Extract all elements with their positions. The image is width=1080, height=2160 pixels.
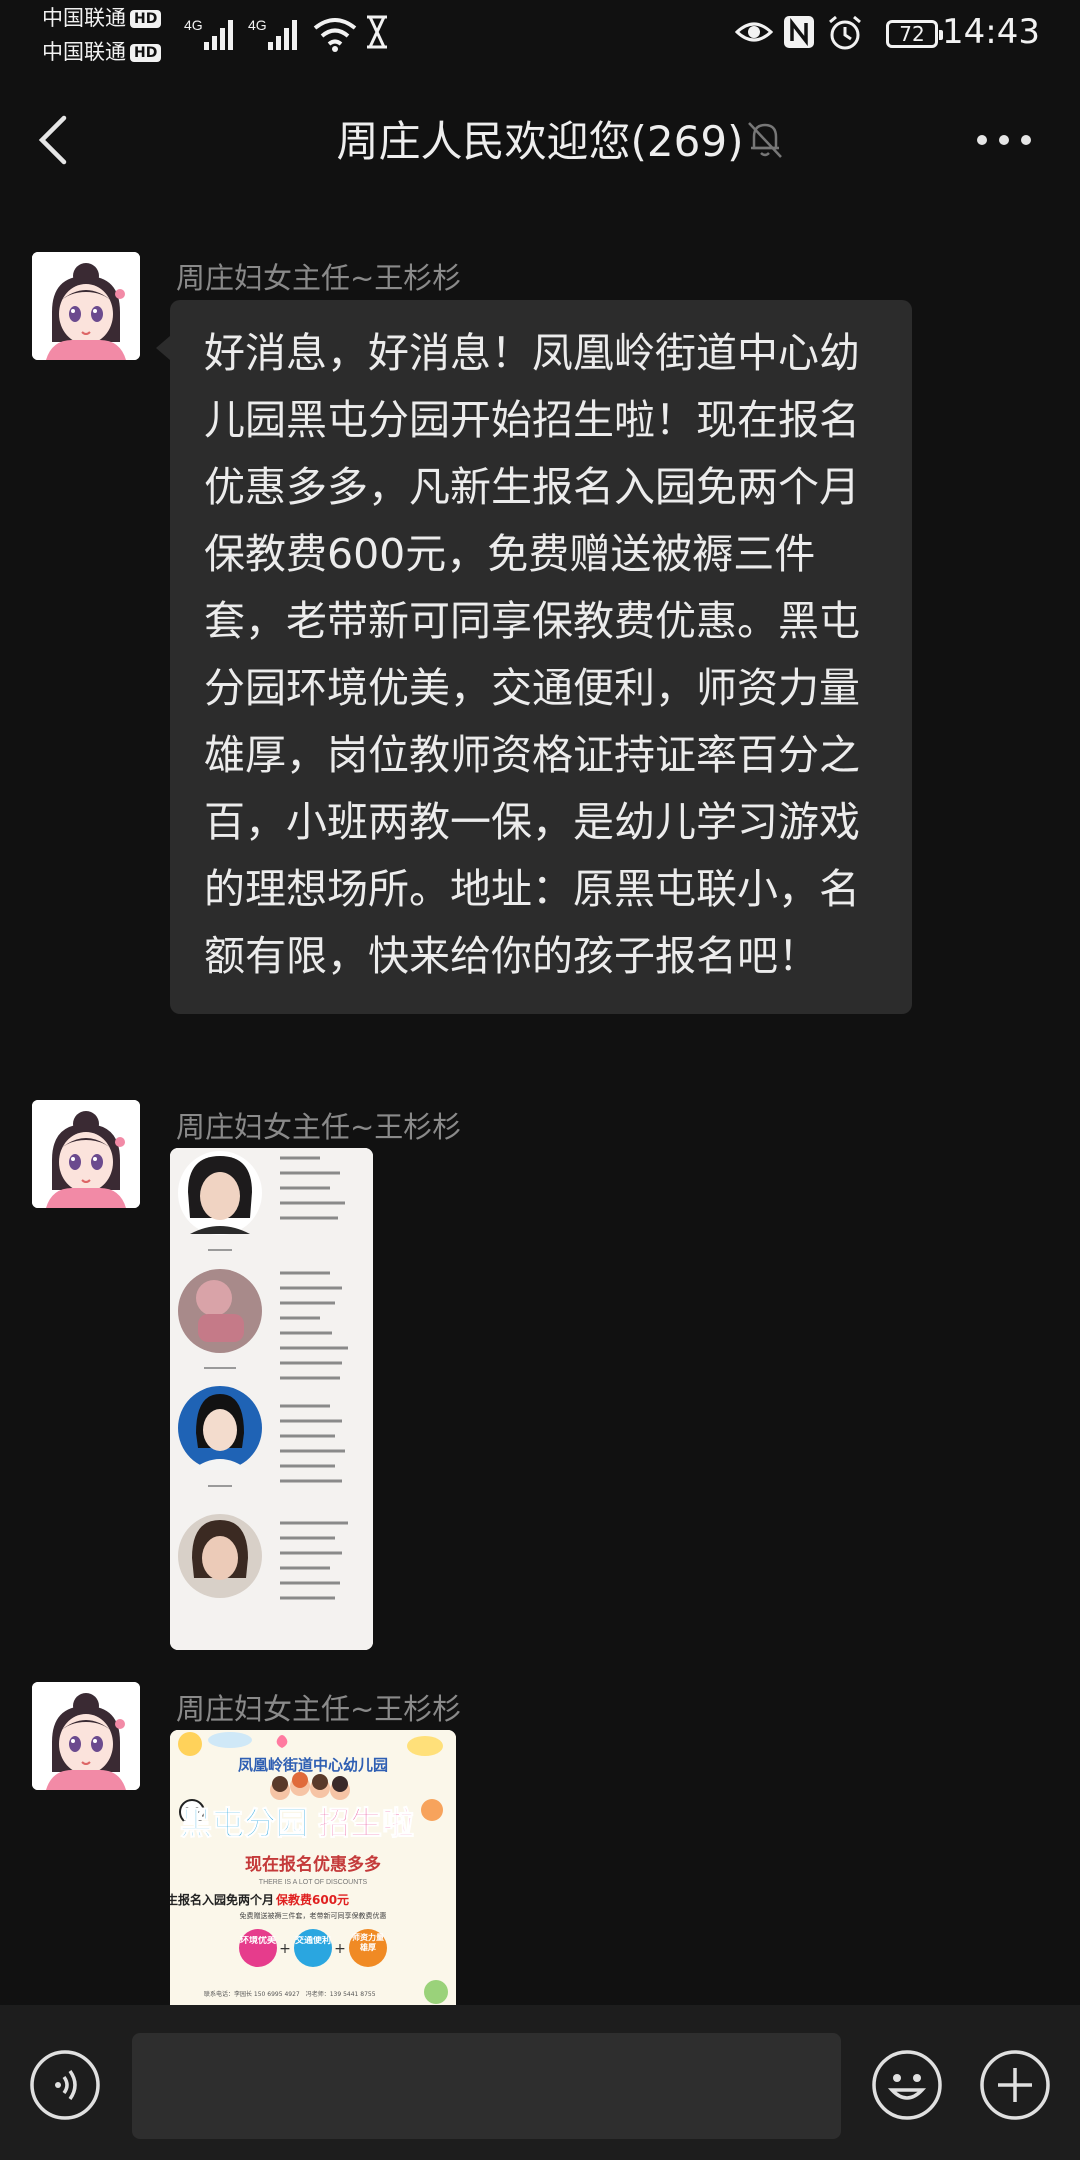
message-bubble[interactable]: 好消息，好消息！凤凰岭街道中心幼儿园黑屯分园开始招生啦！现在报名优惠多多，凡新生… — [156, 300, 912, 1014]
carrier-1: 中国联通 HD — [42, 6, 162, 30]
message-input[interactable] — [132, 2033, 841, 2139]
poster-english: THERE IS A LOT OF DISCOUNTS — [259, 1879, 368, 1886]
poster-line2: 免费赠送被褥三件套，老带新可同享保教费优惠 — [240, 1911, 387, 1920]
clock: 14:43 — [942, 12, 1040, 52]
poster-subtitle: 现在报名优惠多多 — [245, 1854, 381, 1875]
hourglass-icon — [367, 15, 387, 49]
avatar-cartoon-girl — [32, 1682, 140, 1790]
plus-icon[interactable] — [978, 2048, 1052, 2122]
signal-icon-1: 4G — [184, 17, 233, 50]
emoji-icon[interactable] — [870, 2048, 944, 2122]
poster-line1: 凡新生报名入园免两个月 — [170, 1892, 274, 1907]
enrollment-poster: 凤凰岭街道中心幼儿园 黑屯分园 招生啦 现在报名优惠多多 THERE IS A … — [170, 1730, 456, 2005]
bell-off-icon — [748, 122, 782, 158]
avatar[interactable] — [32, 1682, 140, 1790]
avatar[interactable] — [32, 1100, 140, 1208]
carrier-2-label: 中国联通 — [42, 40, 126, 64]
nfc-icon — [784, 16, 814, 48]
voice-icon[interactable] — [28, 2048, 102, 2122]
teacher-photo-4 — [178, 1514, 262, 1598]
chat-header: 周庄人民欢迎您(269) — [0, 100, 1080, 180]
eye-icon — [735, 22, 773, 42]
battery-level: 72 — [899, 22, 925, 46]
alarm-icon — [829, 15, 861, 50]
poster-badge-3: 师资力量雄厚 — [352, 1933, 384, 1952]
svg-text:+: + — [279, 1941, 291, 1957]
poster-badge-2: 交通便利 — [295, 1936, 331, 1946]
poster-org: 凤凰岭街道中心幼儿园 — [238, 1756, 388, 1774]
avatar-cartoon-girl — [32, 252, 140, 360]
svg-text:+: + — [334, 1941, 346, 1957]
image-message-enrollment-poster[interactable]: 凤凰岭街道中心幼儿园 黑屯分园 招生啦 现在报名优惠多多 THERE IS A … — [170, 1730, 456, 2005]
chat-title-text: 周庄人民欢迎您(269) — [336, 117, 744, 166]
hd-badge-2: HD — [130, 44, 162, 62]
wifi-icon — [313, 18, 357, 52]
net-type-1: 4G — [184, 17, 203, 33]
image-message-teacher-profiles[interactable] — [170, 1148, 373, 1650]
net-type-2: 4G — [248, 17, 267, 33]
battery-indicator: 72 — [886, 20, 943, 48]
poster-line1-red: 保教费600元 — [275, 1892, 349, 1907]
teacher-photo-3 — [178, 1386, 262, 1470]
avatar[interactable] — [32, 252, 140, 360]
sender-name: 周庄妇女主任~王杉杉 — [176, 261, 462, 295]
poster-contact: 联系电话：李园长 150 6995 4927 冯老师：139 5441 8755 — [204, 1990, 376, 1998]
chat-input-bar — [0, 2005, 1080, 2160]
avatar-cartoon-girl — [32, 1100, 140, 1208]
carrier-2: 中国联通 HD — [42, 40, 162, 64]
poster-headline-a: 黑屯分园 — [180, 1804, 308, 1842]
more-dots-icon[interactable] — [976, 134, 1032, 146]
signal-icon-2: 4G — [248, 17, 297, 50]
poster-badge-1: 环境优美 — [240, 1936, 276, 1946]
hd-badge: HD — [130, 10, 162, 28]
sender-name: 周庄妇女主任~王杉杉 — [176, 1692, 462, 1726]
sender-name: 周庄妇女主任~王杉杉 — [176, 1110, 462, 1144]
teacher-photo-2 — [178, 1269, 262, 1353]
carrier-1-label: 中国联通 — [42, 6, 126, 30]
poster-headline-b: 招生啦 — [318, 1804, 414, 1842]
chat-title: 周庄人民欢迎您(269) — [0, 108, 1080, 169]
status-bar: 中国联通 HD 中国联通 HD 4G 4G 72 14:43 — [0, 0, 1080, 70]
teacher-profiles-image — [170, 1148, 373, 1650]
teacher-photo-1 — [178, 1151, 262, 1235]
